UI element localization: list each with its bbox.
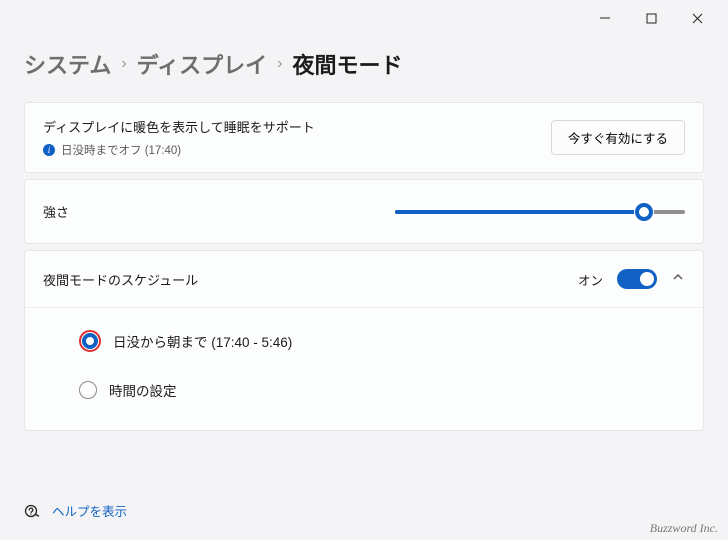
minimize-button[interactable]	[582, 4, 628, 32]
radio-option-sunset[interactable]: 日没から朝まで (17:40 - 5:46)	[79, 330, 685, 352]
page-title: 夜間モード	[292, 48, 402, 80]
warm-color-description: ディスプレイに暖色を表示して睡眠をサポート	[43, 117, 315, 136]
radio-icon-unselected	[79, 381, 97, 399]
breadcrumb: システム › ディスプレイ › 夜間モード	[24, 48, 704, 80]
slider-thumb[interactable]	[635, 203, 653, 221]
toggle-knob	[640, 272, 654, 286]
schedule-toggle[interactable]	[617, 269, 657, 289]
chevron-right-icon: ›	[277, 55, 282, 73]
close-button[interactable]	[674, 4, 720, 32]
maximize-button[interactable]	[628, 4, 674, 32]
slider-track-fill	[395, 210, 644, 214]
strength-label: 強さ	[43, 202, 69, 221]
maximize-icon	[646, 13, 657, 24]
chevron-up-icon[interactable]	[671, 270, 685, 289]
enable-now-button[interactable]: 今すぐ有効にする	[551, 120, 685, 155]
breadcrumb-display[interactable]: ディスプレイ	[137, 48, 267, 80]
radio-icon-selected	[79, 330, 101, 352]
minimize-icon	[599, 12, 611, 24]
radio-label-sunset: 日没から朝まで (17:40 - 5:46)	[113, 331, 292, 351]
breadcrumb-system[interactable]: システム	[24, 48, 111, 80]
status-text: 日没時までオフ (17:40)	[61, 142, 181, 158]
schedule-label: 夜間モードのスケジュール	[43, 270, 198, 289]
help-icon	[24, 503, 40, 519]
help-link[interactable]: ヘルプを表示	[52, 501, 127, 520]
watermark: Buzzword Inc.	[650, 521, 718, 536]
radio-option-custom-time[interactable]: 時間の設定	[79, 380, 685, 400]
info-icon: i	[43, 144, 55, 156]
chevron-right-icon: ›	[121, 55, 126, 73]
close-icon	[692, 13, 703, 24]
strength-slider[interactable]	[395, 204, 685, 220]
radio-label-custom-time: 時間の設定	[109, 380, 177, 400]
toggle-state-label: オン	[578, 270, 603, 289]
